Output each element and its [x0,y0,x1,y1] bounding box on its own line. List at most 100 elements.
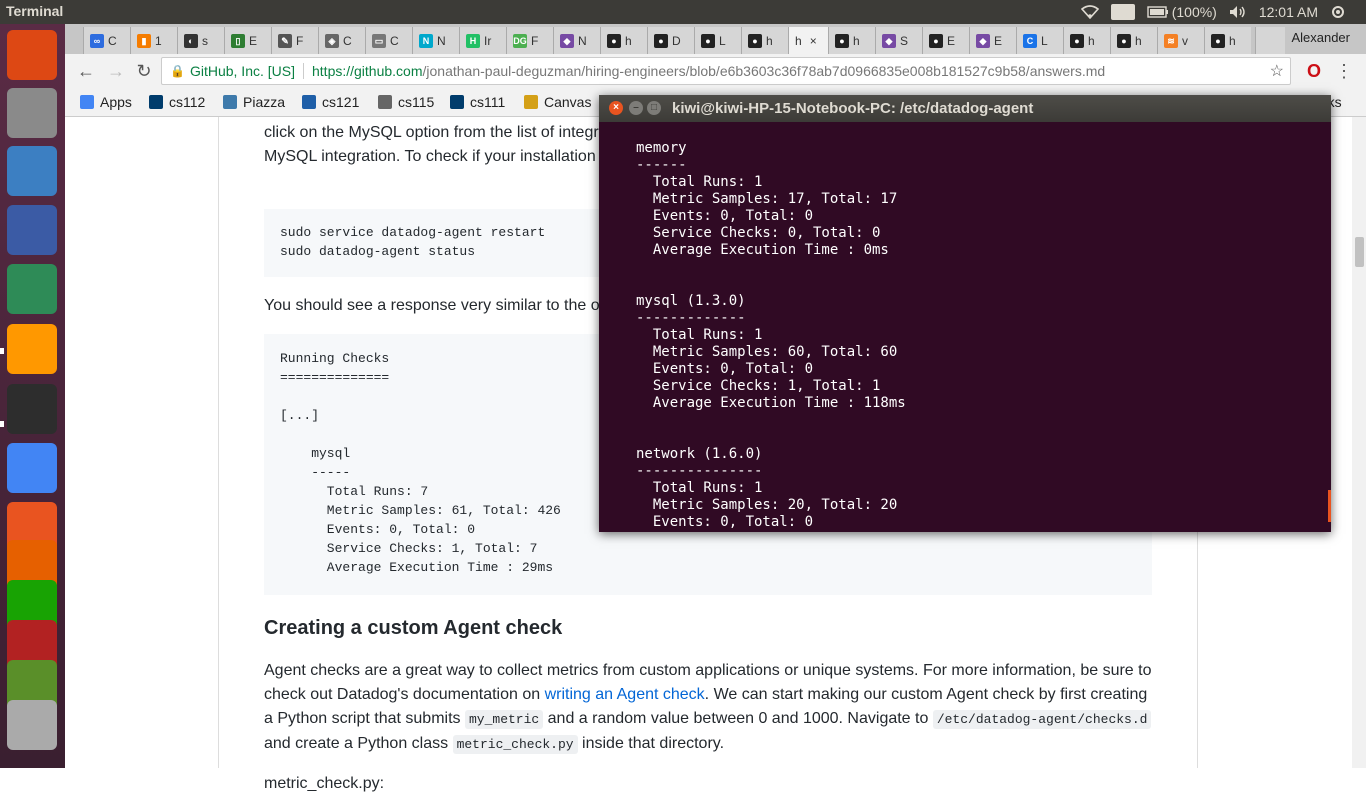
files-icon[interactable] [7,88,57,138]
address-bar[interactable]: 🔒 GitHub, Inc. [US] https://github.com/j… [161,57,1291,85]
browser-tab[interactable]: ≋ v [1157,27,1204,54]
code-line: sudo service datadog-agent restart [280,225,546,240]
browser-tab[interactable]: NN [412,27,459,54]
terminal-titlebar[interactable]: × – □ kiwi@kiwi-HP-15-Notebook-PC: /etc/… [599,95,1331,122]
browser-tab[interactable]: ◆ N [553,27,600,54]
tab-label: S [900,33,909,48]
browser-tab[interactable]: ◈ C [318,27,365,54]
code-line: Metric Samples: 61, Total: 426 [280,503,561,518]
tab-favicon-icon: ● [835,33,849,48]
code-line: Events: 0, Total: 0 [280,522,476,537]
minimize-icon[interactable]: – [629,101,643,115]
tab-favicon-icon: DG [513,33,527,48]
terminal-line: memory [636,140,687,156]
keyboard-layout-indicator[interactable]: En [1110,4,1135,20]
browser-tab[interactable]: ◐ s [177,27,224,54]
opera-extension-icon[interactable]: O [1303,60,1325,82]
browser-tab[interactable]: ● E [922,27,969,54]
browser-tab[interactable]: ◆ E [969,27,1016,54]
bookmark-canvas[interactable]: Canvas [524,94,591,110]
terminal-line: Events: 0, Total: 0 [636,361,814,377]
reload-icon[interactable]: ↻ [133,60,155,82]
terminal-output[interactable]: memory ------ Total Runs: 1 Metric Sample… [599,122,1331,532]
terminal-app-icon[interactable] [7,384,57,434]
tab-label: N [578,33,587,48]
tab-label: L [719,33,726,48]
scrollbar-thumb[interactable] [1355,237,1364,267]
tab-label: h [795,33,802,48]
lock-app-icon[interactable] [7,146,57,196]
terminal-line: ------------- [636,310,746,326]
tab-favicon-icon: ▭ [372,33,386,48]
browser-tab[interactable]: ▮ 1 [130,27,177,54]
bookmark-label: Canvas [544,94,592,110]
sublime-text-icon[interactable] [7,324,57,374]
bookmark-piazza[interactable]: Piazza [223,94,285,110]
profile-name[interactable]: Alexander [1291,30,1350,45]
browser-tab[interactable]: ✎ F [271,27,318,54]
writing-agent-check-link[interactable]: writing an Agent check [545,686,705,703]
paragraph-text: and create a Python class [264,735,453,752]
battery-indicator[interactable]: (100%) [1147,4,1217,20]
browser-tab[interactable]: ● h [828,27,875,54]
forward-arrow-icon[interactable]: → [105,60,127,82]
browser-toolbar: ← → ↻ 🔒 GitHub, Inc. [US] https://github… [65,54,1366,89]
bookmark-cs112[interactable]: cs112 [149,94,205,110]
bookmark-star-icon[interactable]: ☆ [1270,61,1284,81]
tab-favicon-icon: ● [1117,33,1131,48]
browser-tab[interactable]: ◆ S [875,27,922,54]
browser-tab[interactable]: ● h [1110,27,1157,54]
atom-icon[interactable] [7,264,57,314]
browser-tab[interactable]: ● h [600,27,647,54]
browser-tab[interactable]: ● h [1063,27,1110,54]
clock[interactable]: 12:01 AM [1259,4,1318,20]
security-indicator[interactable]: 🔒 GitHub, Inc. [US] [162,63,295,79]
chrome-app-icon[interactable] [7,443,57,493]
browser-tab[interactable]: H Ir [459,27,506,54]
bookmark-cs121[interactable]: cs121 [302,94,359,110]
bookmark-label: cs112 [169,94,206,110]
volume-icon[interactable] [1229,5,1247,19]
bookmark-apps[interactable]: Apps [80,94,132,110]
close-icon[interactable]: × [609,101,623,115]
terminal-line: --------------- [636,463,763,479]
browser-tab[interactable]: ▯ E [224,27,271,54]
bookmark-cs115[interactable]: cs115 [378,94,434,110]
workspace-switcher-icon[interactable] [7,700,57,750]
menu-kebab-icon[interactable]: ⋮ [1333,60,1355,82]
paragraph-filename: metric_check.py: [264,775,385,792]
tab-label: E [994,33,1003,48]
power-gear-icon[interactable] [1330,4,1346,20]
back-arrow-icon[interactable]: ← [75,60,97,82]
browser-tab[interactable]: ▭ C [365,27,412,54]
ubuntu-dash-icon[interactable] [7,30,57,80]
tab-active[interactable]: h × [788,27,828,54]
terminal-line: Total Runs: 1 [636,480,763,496]
secure-org-label: GitHub, Inc. [US] [189,63,295,79]
bookmark-cs111[interactable]: cs111 [450,94,505,110]
tab-label: L [1041,33,1048,48]
tab-label: h [766,33,773,48]
top-panel: Terminal En (100%) 12:01 AM [0,0,1366,24]
tab-favicon-icon: ◆ [882,33,896,48]
tab-favicon-icon: ● [701,33,715,48]
maximize-icon[interactable]: □ [647,101,661,115]
browser-tab[interactable]: ● h [741,27,788,54]
browser-tab[interactable]: ● L [694,27,741,54]
terminal-line: Metric Samples: 60, Total: 60 [636,344,898,360]
new-tab-button[interactable] [1255,27,1285,54]
browser-tab[interactable]: ∞ C [83,27,130,54]
browser-tab[interactable]: DG F [506,27,553,54]
browser-tab[interactable]: CL [1016,27,1063,54]
gedit-icon[interactable] [7,205,57,255]
section-heading: Creating a custom Agent check [264,617,563,639]
tab-close-icon[interactable]: × [810,34,817,48]
terminal-scroll-indicator[interactable] [1328,490,1331,522]
page-scrollbar[interactable] [1352,117,1366,768]
wifi-icon[interactable] [1080,5,1099,19]
lock-icon: 🔒 [170,64,185,78]
browser-tab[interactable]: ● D [647,27,694,54]
browser-tab[interactable]: ● h [1204,27,1251,54]
tab-label: 1 [155,33,162,48]
terminal-window[interactable]: × – □ kiwi@kiwi-HP-15-Notebook-PC: /etc/… [599,95,1331,532]
